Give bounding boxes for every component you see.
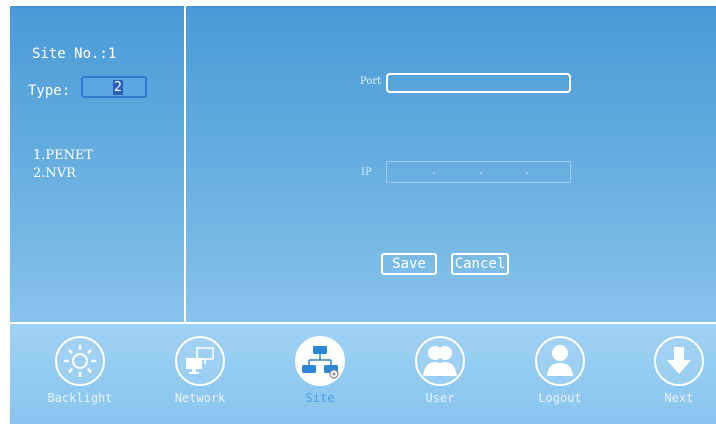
sun-icon [63, 344, 97, 378]
bottom-toolbar: Backlight Network Site User Logout Next [10, 324, 716, 424]
toolbar-item-logout[interactable]: Logout [520, 336, 600, 405]
site-tree-icon [302, 346, 339, 379]
panel-divider [184, 6, 186, 322]
user-button[interactable] [415, 336, 465, 386]
toolbar-label: Site [305, 391, 335, 405]
ip-separator: . [478, 166, 485, 177]
site-number-text: Site No.:1 [32, 46, 117, 62]
users-icon [423, 346, 457, 376]
toolbar-label: Logout [538, 391, 582, 405]
type-value: 2 [113, 80, 123, 95]
toolbar-item-user[interactable]: User [400, 336, 480, 405]
port-label: Port [360, 76, 382, 87]
ip-label: IP [361, 167, 372, 178]
toolbar-label: Next [664, 391, 694, 405]
ip-separator: . [524, 166, 531, 177]
toolbar-label: User [425, 391, 455, 405]
toolbar-item-backlight[interactable]: Backlight [40, 336, 120, 405]
main-panel: Site No.:1 Type: 2 1.PENET 2.NVR Port IP… [10, 6, 716, 322]
logout-button[interactable] [535, 336, 585, 386]
toolbar-item-site[interactable]: Site [280, 336, 360, 405]
ip-separator: . [431, 166, 438, 177]
toolbar-item-next[interactable]: Next [639, 336, 716, 405]
backlight-button[interactable] [55, 336, 105, 386]
toolbar-item-network[interactable]: Network [160, 336, 240, 405]
port-input[interactable] [386, 73, 571, 93]
toolbar-label: Network [174, 391, 226, 405]
site-button[interactable] [295, 336, 345, 386]
ip-address-input[interactable]: . . . [386, 161, 571, 183]
cancel-button[interactable]: Cancel [451, 253, 509, 275]
arrow-down-icon [667, 347, 691, 374]
network-icon [186, 347, 214, 374]
type-label: Type: [28, 83, 71, 99]
user-icon [547, 345, 573, 376]
type-option-penet: 1.PENET [33, 148, 94, 163]
save-button[interactable]: Save [381, 253, 437, 275]
site-settings-screen: Site No.:1 Type: 2 1.PENET 2.NVR Port IP… [10, 6, 716, 424]
type-option-nvr: 2.NVR [33, 166, 76, 181]
type-input[interactable]: 2 [81, 76, 147, 98]
toolbar-label: Backlight [47, 391, 113, 405]
network-button[interactable] [175, 336, 225, 386]
next-button[interactable] [654, 336, 704, 386]
